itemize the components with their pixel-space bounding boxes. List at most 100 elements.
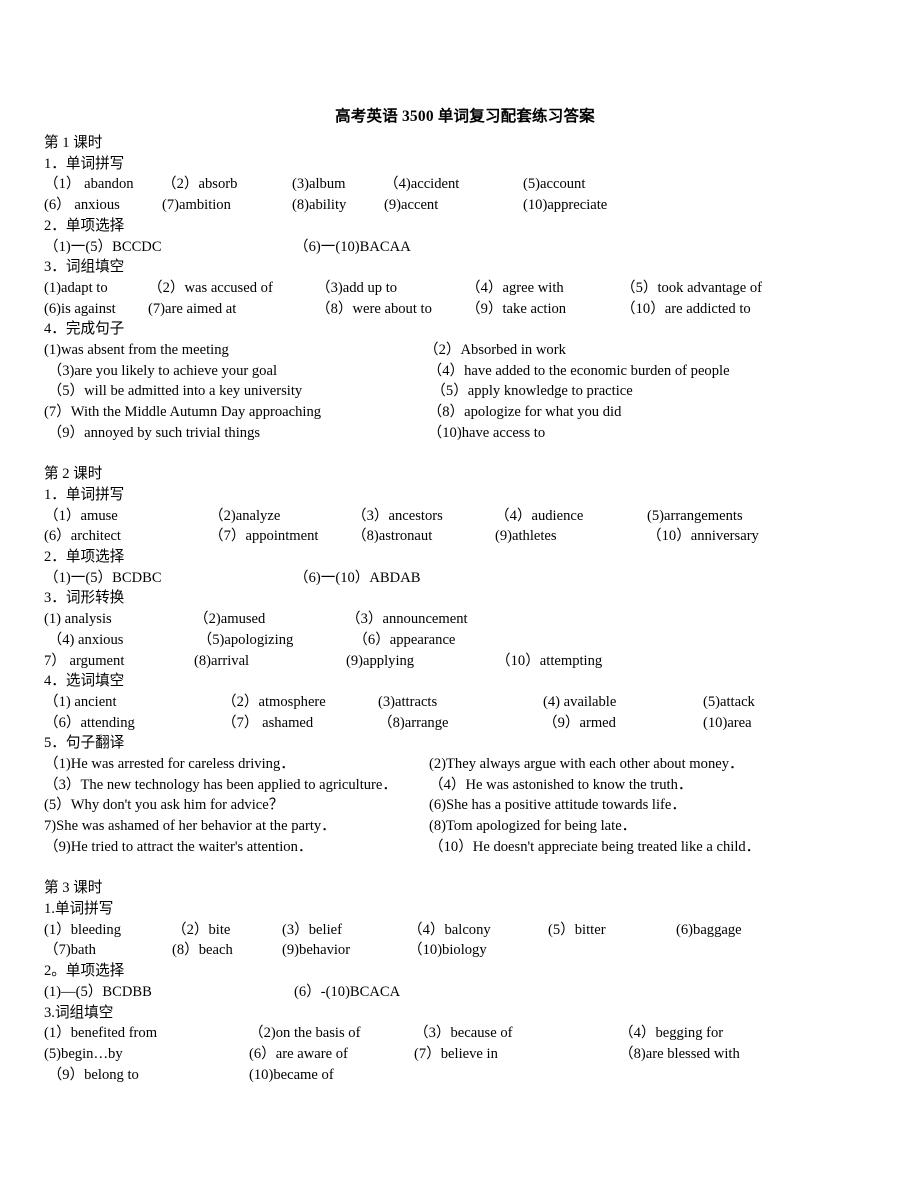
answer-item: (6） anxious bbox=[44, 197, 120, 214]
answer-item: （8)arrange bbox=[378, 714, 449, 731]
answer-item: (1)—(5）BCDBB bbox=[44, 983, 152, 1000]
answer-item: （8）apologize for what you did bbox=[424, 404, 622, 421]
answer-item: （2）Absorbed in work bbox=[424, 342, 566, 359]
answer-item: (5）bitter bbox=[548, 921, 606, 938]
section-heading: 1．单词拼写 bbox=[44, 155, 125, 172]
lesson-spacer bbox=[44, 444, 896, 465]
answer-item: (5)account bbox=[523, 176, 586, 193]
answer-row: (5）Why don't you ask him for advice？ (6)S… bbox=[44, 795, 896, 816]
answer-item: (1)was absent from the meeting bbox=[44, 342, 229, 359]
lesson-spacer bbox=[44, 858, 896, 879]
answer-row: (6）architect （7）appointment （8)astronaut (9… bbox=[44, 526, 896, 547]
answer-item: (2)They always argue with each other abo… bbox=[429, 756, 744, 773]
answer-item: （3）The new technology has been applied t… bbox=[44, 776, 397, 793]
answer-item: （2）atmosphere bbox=[222, 693, 326, 710]
document-page: 高考英语 3500 单词复习配套练习答案 第 1 课时 1．单词拼写 （1） aba… bbox=[0, 0, 920, 1191]
answer-item: （1）amuse bbox=[44, 507, 118, 524]
answer-item: (1）benefited from bbox=[44, 1025, 158, 1042]
answer-item: （3)are you likely to achieve your goal bbox=[44, 362, 278, 379]
answer-item: （10）attempting bbox=[496, 652, 603, 669]
lesson-heading: 第 3 课时 bbox=[44, 880, 103, 897]
answer-item: (6）architect bbox=[44, 528, 121, 545]
answer-item: （1) ancient bbox=[44, 693, 117, 710]
answer-item: （8)astronaut bbox=[352, 528, 433, 545]
answer-row: (1) analysis （2)amused （3）announcement bbox=[44, 609, 896, 630]
answer-item: (8）beach bbox=[172, 942, 233, 959]
answer-item: （10）He doesn't appreciate being treated … bbox=[429, 838, 761, 855]
answer-item: （1)He was arrested for careless driving． bbox=[44, 756, 295, 773]
answer-item: (4) available bbox=[543, 693, 617, 710]
answer-item: （10)biology bbox=[408, 942, 487, 959]
answer-item: (5）Why don't you ask him for advice？ bbox=[44, 797, 284, 814]
answer-item: （8）were about to bbox=[316, 300, 432, 317]
answer-row: (7）With the Middle Autumn Day approachin… bbox=[44, 402, 896, 423]
answer-item: (8)Tom apologized for being late． bbox=[429, 818, 637, 835]
answer-item: （4）He was astonished to know the truth． bbox=[429, 776, 693, 793]
answer-item: （1） abandon bbox=[44, 176, 134, 193]
answer-row: (6） anxious (7)ambition (8)ability (9)accen… bbox=[44, 195, 896, 216]
section-heading: 2。单项选择 bbox=[44, 963, 125, 980]
answer-item: (6)is against bbox=[44, 300, 116, 317]
answer-item: （3）because of bbox=[414, 1025, 513, 1042]
answer-item: (7)ambition bbox=[162, 197, 231, 214]
answer-row: (1)adapt to （2）was accused of （3)add up to… bbox=[44, 278, 896, 299]
answer-item: （7） ashamed bbox=[222, 714, 314, 731]
answer-item: (10)became of bbox=[249, 1066, 334, 1083]
answer-item: （9）belong to bbox=[44, 1066, 139, 1083]
answer-item: （1)一(5）BCCDC bbox=[44, 238, 162, 255]
answer-item: （4）audience bbox=[495, 507, 584, 524]
answer-item: （4）have added to the economic burden of … bbox=[424, 362, 730, 379]
answer-item: （6）attending bbox=[44, 714, 135, 731]
answer-item: (5)arrangements bbox=[647, 507, 743, 524]
answer-item: （2）absorb bbox=[162, 176, 238, 193]
answer-item: （4）balcony bbox=[408, 921, 491, 938]
answer-item: （7）appointment bbox=[209, 528, 319, 545]
answer-item: (8)ability bbox=[292, 197, 347, 214]
answer-item: (1）bleeding bbox=[44, 921, 122, 938]
answer-item: （3)add up to bbox=[316, 279, 398, 296]
answer-item: (6）are aware of bbox=[249, 1045, 348, 1062]
answer-item: (9)behavior bbox=[282, 942, 351, 959]
answer-row: （5）will be admitted into a key universit… bbox=[44, 381, 896, 402]
answer-row: （3）The new technology has been applied t… bbox=[44, 775, 896, 796]
lesson-heading: 第 2 课时 bbox=[44, 466, 103, 483]
answer-item: 7)She was ashamed of her behavior at the… bbox=[44, 818, 336, 835]
answer-item: (9)athletes bbox=[495, 528, 557, 545]
answer-item: (10)appreciate bbox=[523, 197, 608, 214]
answer-row: (6)is against (7)are aimed at （8）were abou… bbox=[44, 299, 896, 320]
lesson-heading: 第 1 课时 bbox=[44, 135, 103, 151]
answer-item: （9）armed bbox=[543, 714, 616, 731]
answer-item: (6)She has a positive attitude towards l… bbox=[429, 797, 686, 814]
document-body: 第 1 课时 1．单词拼写 （1） abandon （2）absorb (3)album… bbox=[0, 127, 920, 1085]
answer-row: 7)She was ashamed of her behavior at the… bbox=[44, 816, 896, 837]
answer-item: （4）begging for bbox=[619, 1025, 724, 1042]
answer-row: （6）attending （7） ashamed （8)arrange （9）arme… bbox=[44, 713, 896, 734]
answer-item: (3)album bbox=[292, 176, 346, 193]
answer-item: （2)on the basis of bbox=[249, 1025, 361, 1042]
answer-item: (3）belief bbox=[282, 921, 342, 938]
answer-row: (1）bleeding （2）bite (3）belief （4）balcony (5）… bbox=[44, 920, 896, 941]
section-heading: 1．单词拼写 bbox=[44, 486, 125, 503]
section-heading: 1.单词拼写 bbox=[44, 900, 114, 917]
answer-row: (1)was absent from the meeting （2）Absorbe… bbox=[44, 340, 896, 361]
answer-item: (5)begin…by bbox=[44, 1045, 123, 1062]
answer-item: (9)accent bbox=[384, 197, 439, 214]
answer-row: （1)一(5）BCCDC （6)一(10)BACAA bbox=[44, 237, 896, 258]
answer-item: (5)attack bbox=[703, 693, 755, 710]
answer-row: （1)He was arrested for careless driving．… bbox=[44, 754, 896, 775]
section-heading: 3．词形转换 bbox=[44, 590, 125, 607]
answer-item: （10）are addicted to bbox=[621, 300, 751, 317]
answer-item: (3)attracts bbox=[378, 693, 438, 710]
section-heading: 3.词组填空 bbox=[44, 1004, 114, 1021]
answer-item: (8)arrival bbox=[194, 652, 250, 669]
section-heading: 3．词组填空 bbox=[44, 259, 125, 276]
page-title: 高考英语 3500 单词复习配套练习答案 bbox=[335, 108, 595, 125]
answer-row: （9）belong to (10)became of bbox=[44, 1065, 896, 1086]
section-heading: 4．选词填空 bbox=[44, 673, 125, 690]
answer-item: （2）was accused of bbox=[148, 279, 273, 296]
answer-item: (6)baggage bbox=[676, 921, 742, 938]
answer-row: (5)begin…by (6）are aware of (7）believe in （… bbox=[44, 1044, 896, 1065]
answer-row: （9）annoyed by such trivial things （10)ha… bbox=[44, 423, 896, 444]
answer-item: （10）anniversary bbox=[647, 528, 759, 545]
answer-row: （1） abandon （2）absorb (3)album （4)accident (… bbox=[44, 174, 896, 195]
